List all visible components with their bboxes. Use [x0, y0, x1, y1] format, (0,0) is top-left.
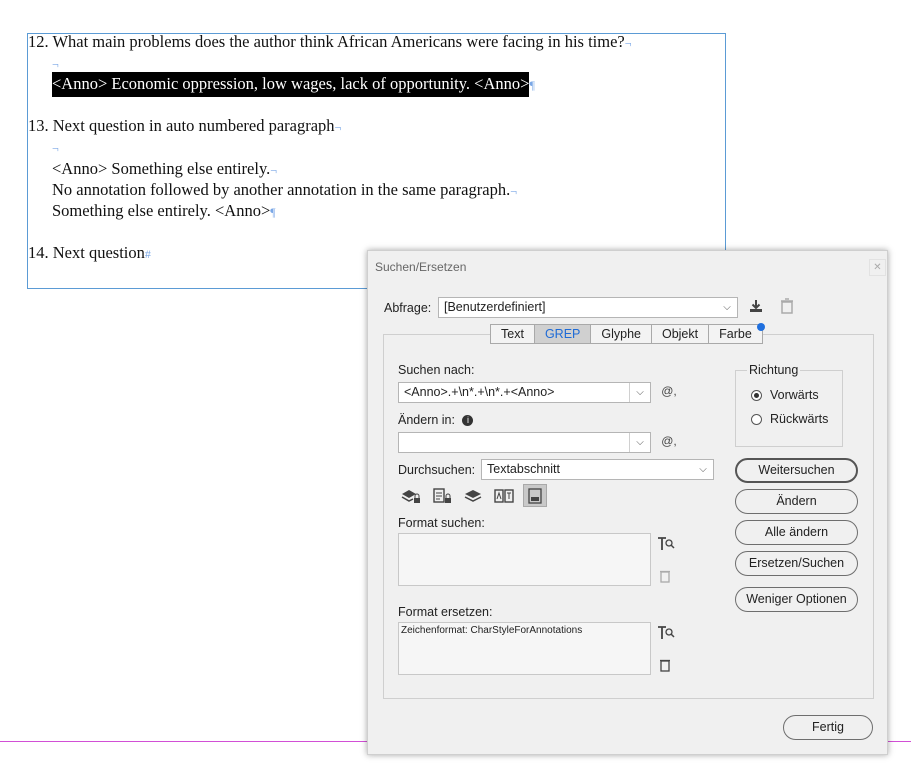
clear-change-format-icon[interactable] — [657, 658, 673, 675]
info-icon: i — [462, 415, 474, 426]
selected-annotation-line[interactable]: <Anno> Economic oppression, low wages, l… — [52, 72, 535, 97]
special-characters-icon[interactable]: @, — [658, 434, 680, 448]
direction-forward-label[interactable]: Vorwärts — [770, 388, 819, 402]
paragraph-line[interactable]: 13. Next question in auto numbered parag… — [28, 116, 341, 136]
fewer-options-button[interactable]: Weniger Optionen — [735, 587, 858, 612]
paragraph-line[interactable]: ¬ — [52, 53, 59, 73]
direction-forward-radio[interactable] — [751, 390, 762, 401]
locked-stories-icon[interactable] — [431, 487, 453, 507]
change-format-label: Format ersetzen: — [398, 605, 493, 619]
paragraph-line[interactable]: No annotation followed by another annota… — [52, 180, 517, 200]
find-format-label: Format suchen: — [398, 516, 485, 530]
tab-object[interactable]: Objekt — [650, 324, 710, 344]
direction-group — [735, 370, 843, 447]
delete-query-icon[interactable] — [778, 298, 796, 317]
direction-backward-label[interactable]: Rückwärts — [770, 412, 828, 426]
chevron-down-icon: ⌵ — [629, 433, 650, 452]
dialog-title: Suchen/Ersetzen — [375, 260, 467, 274]
paragraph-line[interactable]: 12. What main problems does the author t… — [28, 32, 632, 52]
chevron-down-icon: ⌵ — [629, 383, 650, 402]
search-label: Suchen nach: — [398, 363, 475, 377]
save-query-icon[interactable] — [747, 298, 765, 317]
tab-color[interactable]: Farbe — [708, 324, 763, 344]
master-pages-icon[interactable] — [493, 487, 515, 507]
locked-layers-icon[interactable] — [400, 487, 422, 507]
footnotes-icon[interactable] — [523, 484, 547, 507]
paragraph-line[interactable]: <Anno> Something else entirely.¬ — [52, 159, 277, 179]
scope-label: Durchsuchen: — [398, 463, 476, 477]
change-label: Ändern in: i — [398, 413, 474, 427]
tab-text[interactable]: Text — [490, 324, 535, 344]
chevron-down-icon: ⌵ — [717, 298, 737, 317]
chevron-down-icon: ⌵ — [693, 460, 713, 479]
find-format-box[interactable] — [398, 533, 651, 586]
query-label: Abfrage: — [384, 301, 432, 315]
specify-find-format-icon[interactable] — [656, 536, 676, 555]
tab-bar: Text GREP Glyphe Objekt Farbe — [490, 324, 763, 344]
scope-value: Textabschnitt — [487, 462, 560, 476]
find-next-button[interactable]: Weitersuchen — [735, 458, 858, 483]
change-all-button[interactable]: Alle ändern — [735, 520, 858, 545]
search-value: <Anno>.+\n*.+\n*.+<Anno> — [404, 385, 555, 399]
tab-grep[interactable]: GREP — [533, 324, 592, 344]
direction-backward-radio[interactable] — [751, 414, 762, 425]
direction-label: Richtung — [747, 363, 801, 377]
special-characters-icon[interactable]: @, — [658, 384, 680, 398]
tab-glyph[interactable]: Glyphe — [590, 324, 652, 344]
hidden-layers-icon[interactable] — [462, 487, 484, 507]
done-button[interactable]: Fertig — [783, 715, 873, 740]
search-input[interactable]: <Anno>.+\n*.+\n*.+<Anno> ⌵ — [398, 382, 651, 403]
change-format-value: Zeichenformat: CharStyleForAnnotations — [401, 625, 583, 636]
change-button[interactable]: Ändern — [735, 489, 858, 514]
change-input[interactable]: ⌵ — [398, 432, 651, 453]
specify-change-format-icon[interactable] — [656, 625, 676, 644]
close-icon[interactable]: ✕ — [869, 259, 886, 276]
scope-select[interactable]: Textabschnitt ⌵ — [481, 459, 714, 480]
paragraph-line[interactable]: 14. Next question# — [28, 243, 151, 263]
clear-find-format-icon[interactable] — [657, 569, 673, 586]
query-value: [Benutzerdefiniert] — [444, 300, 546, 314]
change-format-box[interactable]: Zeichenformat: CharStyleForAnnotations — [398, 622, 651, 675]
paragraph-line[interactable]: ¬ — [52, 137, 59, 157]
query-select[interactable]: [Benutzerdefiniert] ⌵ — [438, 297, 738, 318]
paragraph-line[interactable]: Something else entirely. <Anno>¶ — [52, 201, 276, 221]
find-change-dialog: Suchen/Ersetzen ✕ Abfrage: [Benutzerdefi… — [367, 250, 888, 755]
notification-dot — [757, 323, 765, 331]
change-find-button[interactable]: Ersetzen/Suchen — [735, 551, 858, 576]
